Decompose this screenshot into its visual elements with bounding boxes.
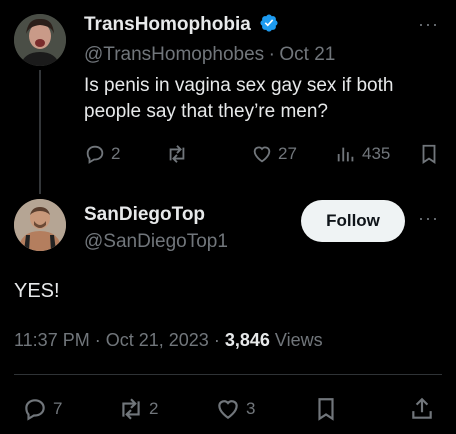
reply-icon bbox=[86, 145, 104, 164]
retweet-icon bbox=[169, 145, 185, 163]
tweet-text-line-2: people say that they’re men? bbox=[84, 101, 328, 122]
avatar-image-icon bbox=[14, 199, 66, 251]
avatar[interactable] bbox=[14, 199, 66, 251]
display-name[interactable]: SanDiegoTop bbox=[84, 204, 205, 225]
more-options-icon[interactable]: ··· bbox=[418, 208, 439, 229]
divider bbox=[14, 374, 442, 375]
share-icon bbox=[412, 397, 432, 419]
handle[interactable]: @SanDiegoTop1 bbox=[84, 231, 228, 252]
views-chart-icon bbox=[337, 147, 354, 162]
views-button[interactable]: 435 bbox=[335, 143, 390, 165]
reply-button[interactable]: 2 bbox=[84, 143, 120, 165]
separator: · bbox=[94, 330, 101, 350]
avatar-image-icon bbox=[14, 14, 66, 66]
views-count: 3,846 bbox=[224, 330, 270, 350]
like-button[interactable]: 3 bbox=[215, 396, 255, 422]
reply-icon bbox=[25, 399, 45, 421]
views-label: Views bbox=[274, 330, 323, 350]
bookmark-icon bbox=[318, 398, 334, 421]
tweet-date[interactable]: Oct 21 bbox=[279, 44, 335, 65]
bookmark-button[interactable] bbox=[418, 143, 440, 165]
separator: · bbox=[213, 330, 220, 350]
share-button[interactable] bbox=[409, 396, 435, 422]
like-count: 27 bbox=[278, 144, 297, 163]
more-options-icon[interactable]: ··· bbox=[418, 14, 439, 35]
retweet-button[interactable]: 2 bbox=[118, 396, 158, 422]
views-count: 435 bbox=[362, 144, 391, 163]
handle[interactable]: @TransHomophobes bbox=[84, 44, 264, 65]
follow-button[interactable]: Follow bbox=[301, 200, 405, 242]
reply-count: 2 bbox=[111, 144, 121, 163]
avatar[interactable] bbox=[14, 14, 66, 66]
retweet-button[interactable] bbox=[166, 143, 188, 165]
verified-badge-icon bbox=[260, 14, 278, 32]
bookmark-icon bbox=[422, 144, 436, 164]
bookmark-button[interactable] bbox=[313, 396, 339, 422]
like-button[interactable]: 27 bbox=[251, 143, 297, 165]
retweet-icon bbox=[122, 398, 140, 420]
heart-icon bbox=[253, 146, 271, 163]
separator: · bbox=[268, 44, 275, 65]
like-count: 3 bbox=[246, 399, 256, 418]
display-name[interactable]: TransHomophobia bbox=[84, 14, 251, 35]
thread-connector-line bbox=[39, 70, 41, 194]
tweet-text: YES! bbox=[14, 280, 60, 302]
reply-count: 7 bbox=[53, 399, 63, 418]
tweet-text-line-1: Is penis in vagina sex gay sex if both bbox=[84, 75, 394, 96]
reply-button[interactable]: 7 bbox=[22, 396, 62, 422]
heart-icon bbox=[218, 400, 238, 419]
tweet-date[interactable]: Oct 21, 2023 bbox=[106, 330, 209, 350]
retweet-count: 2 bbox=[149, 399, 159, 418]
tweet-time[interactable]: 11:37 PM bbox=[14, 330, 90, 350]
tweet-metadata: 11:37 PM · Oct 21, 2023 · 3,846 Views bbox=[14, 330, 323, 351]
